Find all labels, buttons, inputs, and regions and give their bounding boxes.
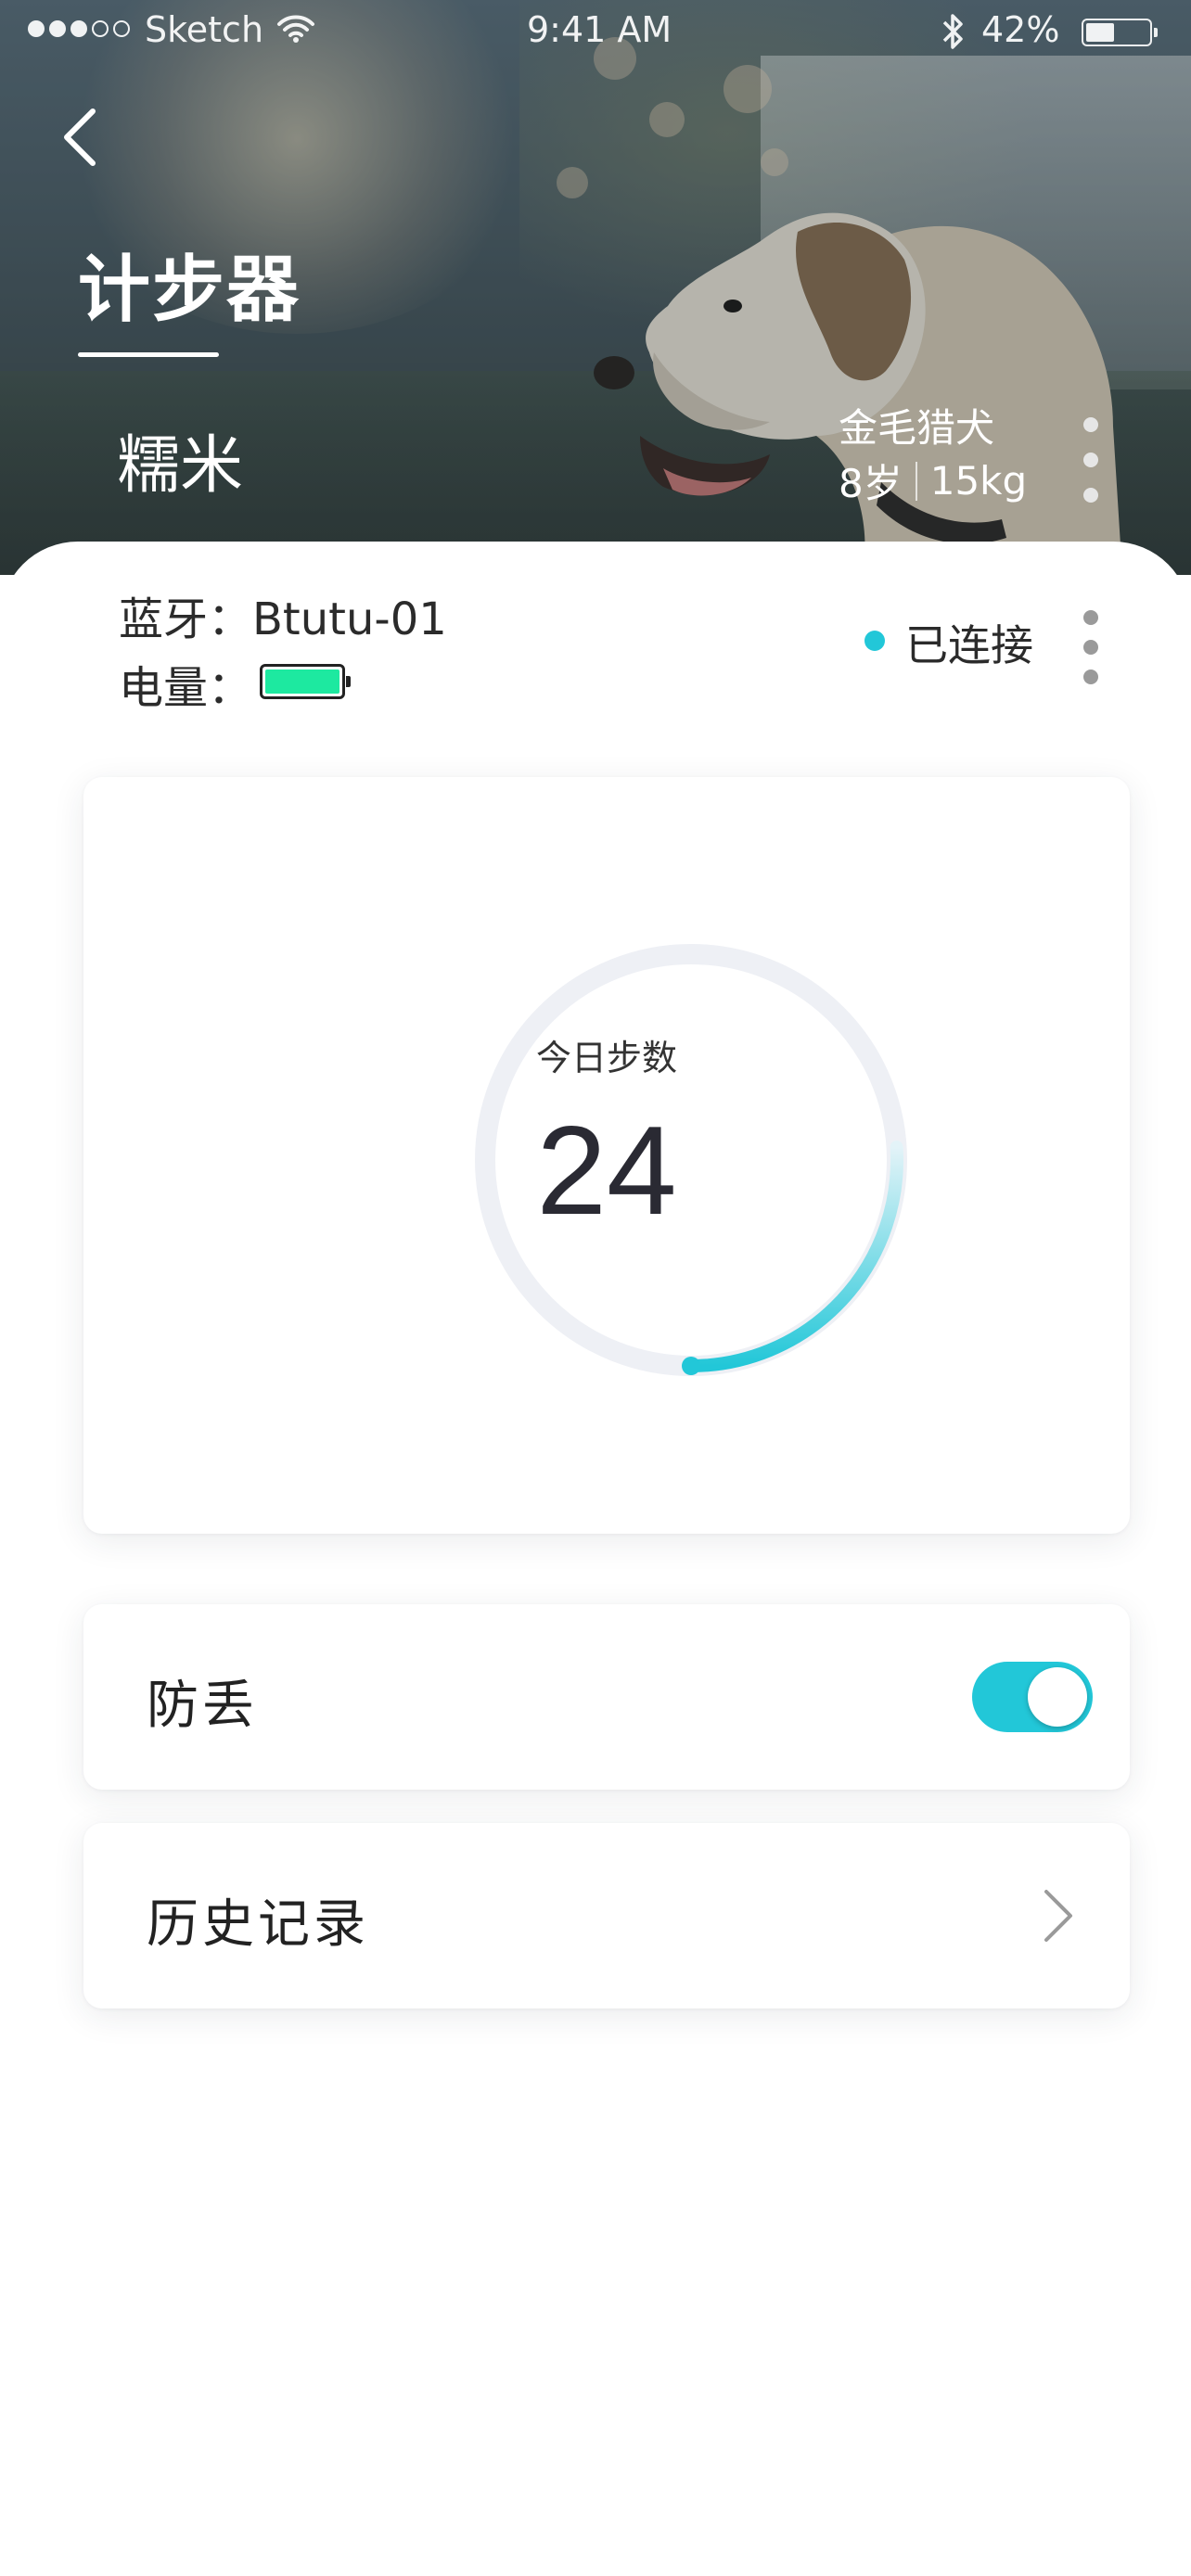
back-button[interactable] <box>56 104 108 171</box>
chevron-left-icon <box>64 108 96 166</box>
pet-stats: 8岁 15kg <box>839 453 1027 509</box>
stats-divider <box>915 461 917 501</box>
bluetooth-icon <box>942 14 963 49</box>
steps-value: 24 <box>536 1100 677 1241</box>
battery-percent: 42% <box>981 9 1060 50</box>
signal-strength-icon <box>28 20 130 37</box>
page-title: 计步器 <box>78 249 301 332</box>
more-vertical-icon[interactable] <box>1080 414 1102 506</box>
title-underline <box>78 352 219 357</box>
bluetooth-device-label: 蓝牙：Btutu-01 <box>119 593 447 645</box>
device-battery-fill <box>265 670 339 694</box>
power-label: 电量： <box>119 662 253 714</box>
steps-label: 今日步数 <box>535 1038 677 1078</box>
pet-weight: 15kg <box>929 458 1028 504</box>
anti-lost-toggle[interactable] <box>972 1662 1093 1732</box>
carrier-name: Sketch <box>145 9 264 50</box>
device-battery-icon <box>260 664 351 699</box>
status-bar: Sketch 9:41 AM 42% <box>0 0 1191 65</box>
wifi-icon <box>277 15 314 43</box>
battery-icon <box>1082 19 1158 46</box>
steps-card: 今日步数 24 <box>83 777 1130 1534</box>
pet-age: 8岁 <box>839 461 903 506</box>
pet-breed: 金毛猎犬 <box>839 405 995 451</box>
anti-lost-row: 防丢 <box>83 1604 1130 1790</box>
history-row[interactable]: 历史记录 <box>83 1823 1130 2009</box>
history-label: 历史记录 <box>147 1894 369 1955</box>
progress-ring-end <box>682 1357 700 1375</box>
toggle-knob <box>1028 1667 1087 1727</box>
connection-status-dot <box>864 631 885 651</box>
clock: 9:41 AM <box>527 9 672 50</box>
chevron-right-icon <box>1044 1890 1072 1942</box>
more-vertical-icon[interactable] <box>1080 606 1102 690</box>
pet-name: 糯米 <box>117 429 244 503</box>
anti-lost-label: 防丢 <box>147 1676 258 1736</box>
connection-status: 已连接 <box>905 620 1033 670</box>
